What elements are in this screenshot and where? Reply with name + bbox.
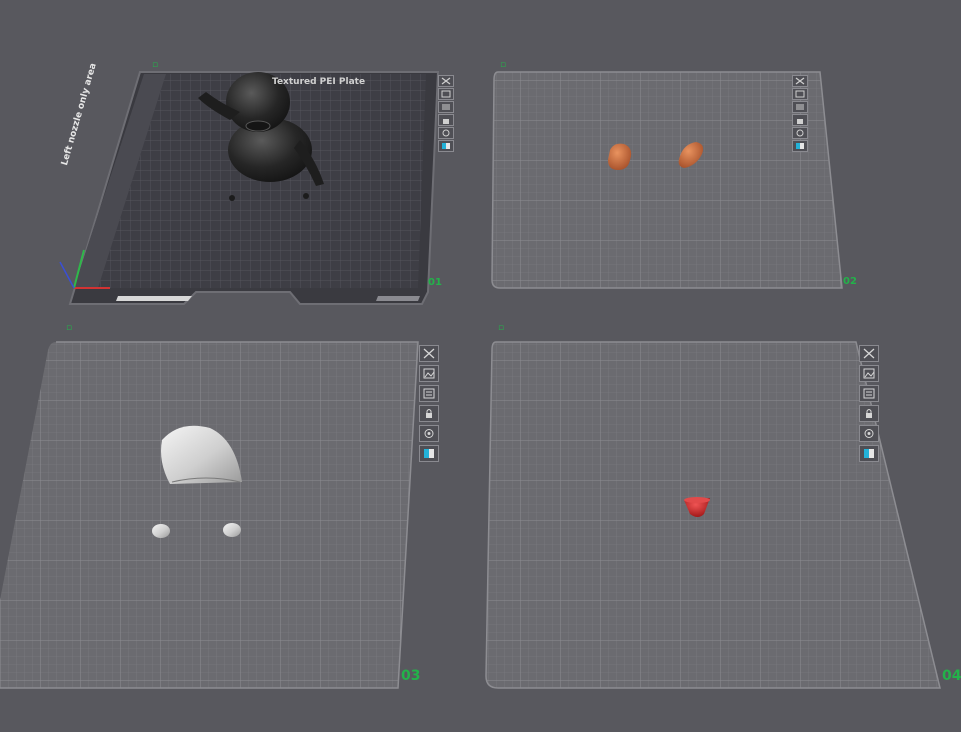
preview-icon[interactable] [792,88,808,100]
preview-icon[interactable] [859,365,879,382]
model-white-dot-right[interactable] [223,523,241,537]
plate-number-03: 03 [401,668,421,684]
close-icon[interactable] [419,345,439,362]
plates-canvas [0,71,941,689]
color-icon[interactable] [438,140,454,152]
settings-icon[interactable] [419,425,439,442]
plate-03[interactable] [0,341,419,689]
plate-number-01: 01 [428,277,442,288]
plate-02-toolbar [792,75,808,152]
plate-number-02: 02 [843,276,857,287]
settings-icon[interactable] [859,425,879,442]
bed-title-label: Textured PEI Plate [272,77,366,87]
lock-icon[interactable] [859,405,879,422]
arrange-icon[interactable] [438,101,454,113]
plate-04-corner-marker: ▫ [498,323,505,333]
multi-plate-view: Textured PEI Plate Left nozzle only area… [0,0,961,732]
plate-number-04: 04 [942,668,961,684]
lock-icon[interactable] [438,114,454,126]
plate-01-toolbar [438,75,454,152]
arrange-icon[interactable] [419,385,439,402]
arrange-icon[interactable] [859,385,879,402]
lock-icon[interactable] [419,405,439,422]
preview-icon[interactable] [419,365,439,382]
plate-03-corner-marker: ▫ [66,323,73,333]
color-icon[interactable] [859,445,879,462]
settings-icon[interactable] [792,127,808,139]
preview-icon[interactable] [438,88,454,100]
plate-02-corner-marker: ▫ [500,60,507,70]
plate-01-corner-marker: ▫ [152,60,159,70]
close-icon[interactable] [792,75,808,87]
arrange-icon[interactable] [792,101,808,113]
color-icon[interactable] [792,140,808,152]
model-white-dot-left[interactable] [152,524,170,538]
plate-03-toolbar [419,345,439,462]
color-icon[interactable] [419,445,439,462]
settings-icon[interactable] [438,127,454,139]
close-icon[interactable] [438,75,454,87]
plate-04-toolbar [859,345,879,462]
plate-01[interactable] [59,71,440,305]
plate-02[interactable] [491,71,843,289]
lock-icon[interactable] [792,114,808,126]
close-icon[interactable] [859,345,879,362]
